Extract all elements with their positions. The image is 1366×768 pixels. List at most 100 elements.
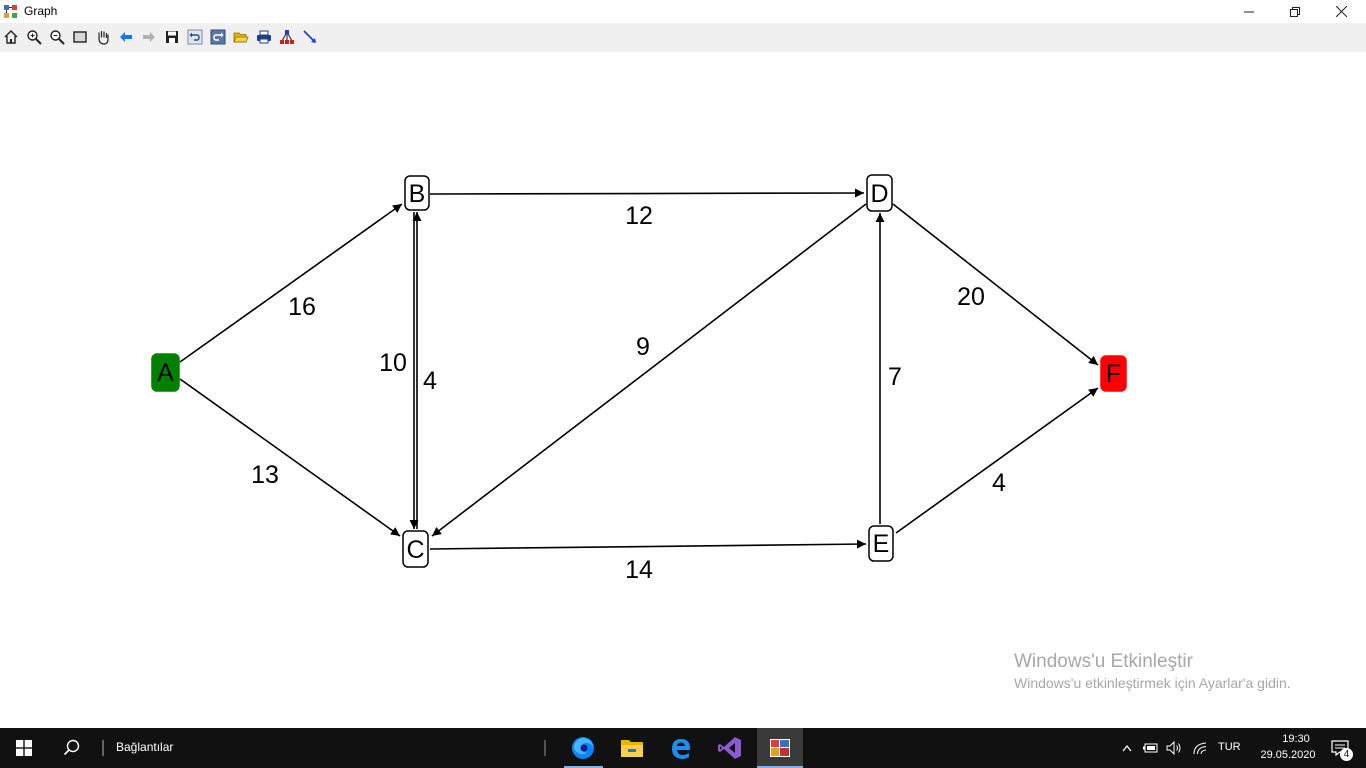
zoom-out-button[interactable] [47, 27, 67, 47]
node-d[interactable]: D [866, 174, 893, 212]
edge-weight-e-f: 4 [992, 469, 1006, 497]
windows-logo-icon [16, 740, 32, 756]
edge-a-c[interactable] [179, 378, 401, 537]
battery-icon [1143, 743, 1158, 753]
node-e-label: E [873, 530, 890, 558]
app-icon [4, 5, 17, 18]
restore-button[interactable] [1272, 0, 1318, 23]
visual-studio-icon [718, 737, 741, 759]
taskbar-graph-app[interactable] [757, 728, 803, 768]
network-tray-button[interactable] [1190, 728, 1210, 768]
node-a-label: A [157, 359, 174, 387]
save-button[interactable] [162, 27, 182, 47]
edge-a-b[interactable] [179, 203, 403, 363]
start-button[interactable] [0, 728, 48, 768]
close-button[interactable] [1318, 0, 1364, 23]
taskbar-visual-studio[interactable] [710, 728, 750, 768]
search-icon [63, 739, 80, 756]
undo-icon [187, 29, 203, 45]
clock-time[interactable]: 19:30 [1266, 733, 1326, 745]
restore-icon [1290, 6, 1300, 17]
zoom-in-button[interactable] [24, 27, 44, 47]
node-e[interactable]: E [868, 525, 894, 562]
node-a[interactable]: A [151, 353, 180, 392]
layout-button[interactable] [277, 27, 297, 47]
action-center-button[interactable]: 4 [1320, 728, 1360, 768]
edge-weight-a-b: 16 [288, 293, 316, 321]
edge-weight-e-d: 7 [888, 363, 902, 391]
forward-arrow-icon [143, 32, 155, 42]
activation-watermark: Windows'u Etkinleştir Windows'u etkinleş… [1014, 651, 1291, 691]
firefox-icon [572, 737, 594, 759]
print-icon [257, 30, 271, 44]
title-bar: Graph [0, 0, 1366, 23]
toolbar [0, 23, 1366, 53]
zoom-out-icon [50, 30, 65, 45]
notification-count-badge: 4 [1340, 748, 1353, 761]
node-d-label: D [870, 180, 888, 208]
back-button[interactable] [116, 27, 136, 47]
pan-button[interactable] [93, 27, 113, 47]
node-f[interactable]: F [1100, 355, 1127, 392]
save-icon [166, 31, 178, 43]
print-button[interactable] [254, 27, 274, 47]
layout-icon [280, 30, 294, 44]
show-hidden-icons-button[interactable] [1118, 728, 1136, 768]
taskbar: Bağlantılar TUR 19:30 29.05.2020 4 [0, 728, 1366, 768]
undo-button[interactable] [185, 27, 205, 47]
speaker-icon [1166, 741, 1181, 755]
search-button[interactable] [52, 728, 92, 768]
taskbar-firefox[interactable] [563, 728, 603, 768]
edge-tool-button[interactable] [300, 27, 320, 47]
home-icon [4, 30, 18, 44]
edge-e-f[interactable] [895, 387, 1099, 534]
watermark-subtitle: Windows'u etkinleştirmek için Ayarlar'a … [1014, 675, 1291, 691]
edge-icon [303, 30, 316, 43]
graph-app-icon [770, 739, 790, 757]
edge-d-c[interactable] [431, 203, 867, 537]
back-arrow-icon [120, 32, 132, 42]
taskbar-file-explorer[interactable] [612, 728, 652, 768]
close-icon [1335, 6, 1347, 17]
taskbar-divider [544, 740, 546, 756]
edge-weight-a-c: 13 [251, 461, 279, 489]
edge-weight-d-c: 9 [636, 333, 650, 361]
open-button[interactable] [231, 27, 251, 47]
home-button[interactable] [1, 27, 21, 47]
file-explorer-icon [621, 740, 643, 757]
graph-canvas[interactable]: 16 13 4 10 12 9 14 7 20 4 A B C D E F [0, 52, 1366, 728]
input-language[interactable]: TUR [1218, 741, 1241, 753]
redo-icon [210, 29, 226, 45]
edge-weight-b-d: 12 [625, 202, 653, 230]
edge-b-d[interactable] [429, 188, 865, 198]
forward-button[interactable] [139, 27, 159, 47]
edge-c-e[interactable] [429, 539, 867, 550]
links-toolbar-label[interactable]: Bağlantılar [116, 740, 173, 754]
clock-date[interactable]: 29.05.2020 [1250, 749, 1326, 761]
node-c[interactable]: C [402, 530, 429, 568]
edge-weight-b-c: 10 [379, 349, 407, 377]
node-b[interactable]: B [404, 175, 430, 211]
node-c-label: C [406, 536, 424, 564]
taskbar-edge[interactable] [661, 728, 701, 768]
chevron-up-icon [1122, 744, 1132, 752]
node-b-label: B [409, 180, 426, 208]
window-zoom-button[interactable] [70, 27, 90, 47]
edge-weight-d-f: 20 [957, 283, 985, 311]
toolbar-separator [102, 740, 104, 756]
battery-tray-button[interactable] [1140, 728, 1160, 768]
redo-button[interactable] [208, 27, 228, 47]
edge-d-f[interactable] [892, 203, 1099, 366]
wifi-icon [1193, 742, 1207, 755]
edge-weight-c-e: 14 [625, 556, 653, 584]
edge-browser-icon [672, 739, 690, 759]
graph-svg: 16 13 4 10 12 9 14 7 20 4 A B C D E F [151, 174, 1127, 584]
edge-weight-c-b: 4 [423, 367, 437, 395]
minimize-button[interactable] [1226, 0, 1272, 23]
watermark-title: Windows'u Etkinleştir [1014, 651, 1193, 672]
pan-hand-icon [98, 30, 109, 45]
volume-tray-button[interactable] [1164, 728, 1184, 768]
window-title: Graph [24, 4, 58, 18]
zoom-in-icon [27, 30, 42, 45]
open-folder-icon [233, 32, 249, 43]
